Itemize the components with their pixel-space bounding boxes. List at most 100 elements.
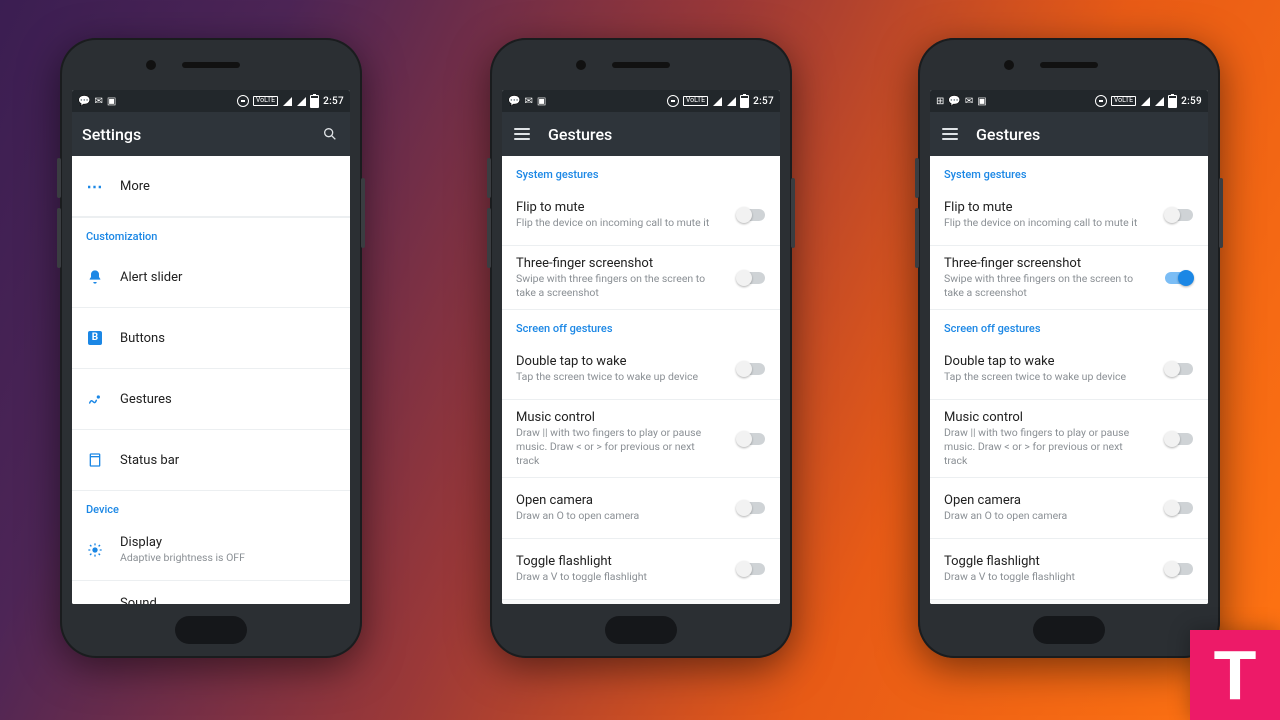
sms-icon: ✉ [524, 96, 532, 107]
gesture-row-flip-to-mute[interactable]: Flip to muteFlip the device on incoming … [930, 185, 1208, 246]
page-title: Settings [82, 125, 304, 144]
gesture-row-music-control[interactable]: Music controlDraw || with two fingers to… [930, 400, 1208, 478]
settings-item-more[interactable]: ⋯ More [72, 156, 350, 217]
screen-1: 💬 ✉ ▣ VoLTE 2:57 Settings [72, 90, 350, 604]
page-title: Gestures [976, 125, 1198, 144]
item-sub: Draw a V to toggle flashlight [516, 570, 720, 584]
item-sub: Flip the device on incoming call to mute… [516, 216, 720, 230]
screen-3: ⊞ 💬 ✉ ▣ VoLTE 2:59 Gestures [930, 90, 1208, 604]
bell-icon [86, 269, 104, 285]
toggle-switch[interactable] [1164, 432, 1194, 446]
item-sub: Swipe with three fingers on the screen t… [944, 272, 1134, 299]
signal-icon [282, 96, 292, 106]
item-label: Flip to mute [944, 200, 1148, 215]
item-label: Gestures [120, 392, 336, 407]
item-label: Buttons [120, 331, 336, 346]
gesture-row-three-finger-screenshot[interactable]: Three-finger screenshotSwipe with three … [930, 246, 1208, 310]
dnd-icon [667, 95, 679, 107]
app-bar: Gestures [930, 112, 1208, 156]
toggle-switch[interactable] [736, 362, 766, 376]
section-label-screen-off-gestures: Screen off gestures [930, 310, 1208, 339]
sound-icon [86, 603, 104, 604]
settings-item-alert-slider[interactable]: Alert slider [72, 247, 350, 308]
signal-icon-2 [296, 96, 306, 106]
gesture-row-double-tap[interactable]: Double tap to wakeTap the screen twice t… [502, 339, 780, 400]
status-bar: 💬 ✉ ▣ VoLTE 2:57 [72, 90, 350, 112]
battery-icon [310, 95, 319, 108]
volte-badge: VoLTE [1111, 96, 1136, 106]
clock-text: 2:57 [323, 96, 344, 107]
toggle-switch[interactable] [1164, 501, 1194, 515]
home-button[interactable] [605, 616, 677, 644]
sms-icon: ✉ [94, 96, 102, 107]
item-sub: Adaptive brightness is OFF [120, 551, 336, 565]
section-label-system-gestures: System gestures [930, 156, 1208, 185]
settings-item-buttons[interactable]: B Buttons [72, 308, 350, 369]
signal-icon-2 [726, 96, 736, 106]
dnd-icon [1095, 95, 1107, 107]
toggle-switch[interactable] [1164, 562, 1194, 576]
battery-icon [740, 95, 749, 108]
settings-item-display[interactable]: Display Adaptive brightness is OFF [72, 520, 350, 581]
settings-item-sound[interactable]: Sound Ring volume at 14% [72, 581, 350, 604]
toggle-switch[interactable] [1164, 271, 1194, 285]
image-icon: ▣ [977, 96, 986, 107]
watermark-logo: T [1190, 630, 1280, 720]
toggle-switch[interactable] [736, 208, 766, 222]
status-bar: ⊞ 💬 ✉ ▣ VoLTE 2:59 [930, 90, 1208, 112]
section-label-device: Device [72, 491, 350, 520]
item-label: Open camera [944, 493, 1148, 508]
home-button[interactable] [1033, 616, 1105, 644]
gesture-row-open-camera[interactable]: Open cameraDraw an O to open camera [930, 478, 1208, 539]
toggle-switch[interactable] [736, 432, 766, 446]
gestures-list: System gestures Flip to muteFlip the dev… [930, 156, 1208, 604]
gesture-row-music-control[interactable]: Music controlDraw || with two fingers to… [502, 400, 780, 478]
app-bar: Gestures [502, 112, 780, 156]
phone-frame-3: ⊞ 💬 ✉ ▣ VoLTE 2:59 Gestures [918, 38, 1220, 658]
signal-icon [1140, 96, 1150, 106]
item-label: Alert slider [120, 270, 336, 285]
toggle-switch[interactable] [736, 501, 766, 515]
volte-badge: VoLTE [253, 96, 278, 106]
gesture-row-toggle-flashlight[interactable]: Toggle flashlightDraw a V to toggle flas… [502, 539, 780, 600]
chat-icon: 💬 [78, 96, 90, 107]
gesture-icon [86, 391, 104, 407]
menu-icon[interactable] [940, 124, 960, 144]
signal-icon [712, 96, 722, 106]
search-icon[interactable] [320, 124, 340, 144]
toggle-switch[interactable] [1164, 362, 1194, 376]
gesture-row-open-camera[interactable]: Open cameraDraw an O to open camera [502, 478, 780, 539]
item-sub: Draw || with two fingers to play or paus… [516, 426, 706, 467]
settings-item-gestures[interactable]: Gestures [72, 369, 350, 430]
item-label: Toggle flashlight [516, 554, 720, 569]
sms-icon: ✉ [965, 96, 973, 107]
gestures-list: System gestures Flip to muteFlip the dev… [502, 156, 780, 604]
gesture-row-double-tap[interactable]: Double tap to wakeTap the screen twice t… [930, 339, 1208, 400]
menu-icon[interactable] [512, 124, 532, 144]
chat-icon: 💬 [508, 96, 520, 107]
item-sub: Flip the device on incoming call to mute… [944, 216, 1148, 230]
section-label-customization: Customization [72, 218, 350, 247]
status-bar: 💬 ✉ ▣ VoLTE 2:57 [502, 90, 780, 112]
toggle-switch[interactable] [736, 562, 766, 576]
app-icon: ⊞ [936, 96, 944, 107]
item-label: Sound [120, 596, 336, 604]
volte-badge: VoLTE [683, 96, 708, 106]
toggle-switch[interactable] [736, 271, 766, 285]
item-label: Display [120, 535, 336, 550]
item-label: Double tap to wake [944, 354, 1148, 369]
gesture-row-toggle-flashlight[interactable]: Toggle flashlightDraw a V to toggle flas… [930, 539, 1208, 600]
home-button[interactable] [175, 616, 247, 644]
statusbar-icon [86, 452, 104, 468]
gesture-row-three-finger-screenshot[interactable]: Three-finger screenshotSwipe with three … [502, 246, 780, 310]
settings-item-status-bar[interactable]: Status bar [72, 430, 350, 491]
item-label: Three-finger screenshot [516, 256, 720, 271]
page-title: Gestures [548, 125, 770, 144]
toggle-switch[interactable] [1164, 208, 1194, 222]
section-label-screen-off-gestures: Screen off gestures [502, 310, 780, 339]
watermark-letter: T [1214, 635, 1257, 715]
phone-frame-1: 💬 ✉ ▣ VoLTE 2:57 Settings [60, 38, 362, 658]
image-icon: ▣ [537, 96, 546, 107]
item-sub: Draw || with two fingers to play or paus… [944, 426, 1134, 467]
gesture-row-flip-to-mute[interactable]: Flip to muteFlip the device on incoming … [502, 185, 780, 246]
